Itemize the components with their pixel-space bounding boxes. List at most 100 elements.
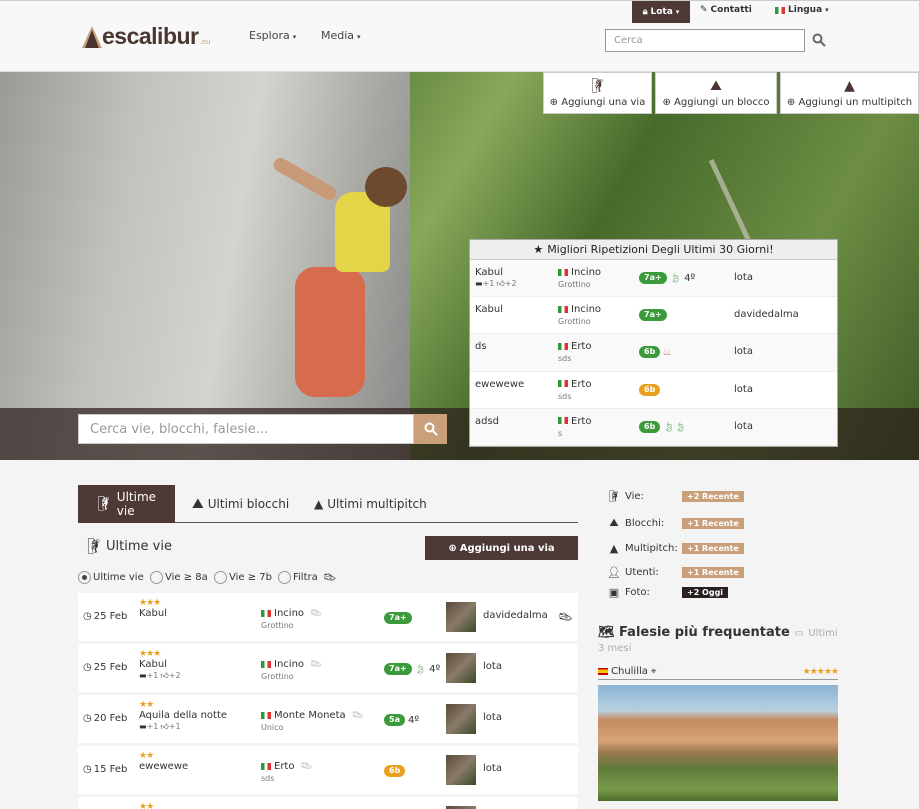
hero-search-input[interactable]: Cerca vie, blocchi, falesie...	[78, 414, 414, 444]
tab-latest-boulders-label: Ultimi blocchi	[207, 497, 290, 511]
best-ascent-row[interactable]: Kabul ▬+1 👍︎+2 Incino Grottino 7a+ 🍃︎ 4º lota	[470, 260, 837, 298]
nav-media[interactable]: Media ▾	[321, 29, 361, 42]
tab-latest-boulders[interactable]: ⛰︎ Ultimi blocchi	[192, 485, 302, 523]
route-name: ewewewe	[475, 378, 525, 390]
date-text: 25 Feb	[93, 662, 128, 673]
add-boulder-button[interactable]: ⛰︎ ⊕ Aggiungi un blocco	[655, 72, 777, 114]
logo[interactable]: escalibur .eu	[82, 22, 210, 48]
filter-latest-routes[interactable]: Ultime vie	[78, 571, 144, 584]
grade-badge: 7a+	[639, 272, 667, 284]
contacts-label: Contatti	[710, 5, 752, 15]
shoe-icon: 👟︎	[310, 659, 323, 670]
user-avatar[interactable]	[446, 653, 476, 683]
user-avatar[interactable]	[446, 602, 476, 632]
filter-custom[interactable]: Filtra 👟︎	[278, 571, 337, 584]
filter-7b[interactable]: Vie ≥ 7b	[214, 571, 272, 584]
grade-cell: 5a 4º	[384, 714, 419, 726]
add-multipitch-button[interactable]: ▲ ⊕ Aggiungi un multipitch	[780, 72, 919, 114]
hero-search-button[interactable]	[414, 414, 447, 444]
stat-row[interactable]: ▣ Foto: +2 Oggi	[604, 586, 844, 599]
sector-name: Grottino	[261, 621, 294, 630]
user-cell: davidedalma	[483, 610, 548, 621]
nav-explore[interactable]: Esplora ▾	[249, 29, 296, 42]
search-icon[interactable]	[812, 33, 826, 47]
user-cell: lota	[483, 661, 502, 672]
user-menu-button[interactable]: 🔒︎ Lota ▾	[632, 1, 690, 23]
best-ascent-row[interactable]: ewewewe Erto sds 6b lota	[470, 372, 837, 409]
logo-mountain-icon	[82, 26, 102, 48]
route-cell: ds	[475, 341, 487, 352]
crag-photo[interactable]	[598, 685, 838, 801]
recent-route-row[interactable]: ◷ 15 Feb ★★ ewewewe Erto 👟︎ sds 6b lota	[78, 746, 578, 794]
stat-row[interactable]: ▲ Multipitch: +1 Recente	[604, 542, 844, 555]
add-route-button[interactable]: 🧗︎ ⊕ Aggiungi una via	[543, 72, 652, 114]
route-meta: ▬+1 👍︎+2	[475, 279, 517, 289]
flag-it-icon	[558, 380, 568, 388]
radio-icon	[278, 571, 291, 584]
crag-name: Erto	[571, 415, 592, 427]
flag-it-icon	[558, 417, 568, 425]
crag-line: Incino 👟︎	[261, 659, 323, 670]
recent-route-row[interactable]: ◷ 25 Feb ★★★ Kabul Incino 👟︎ Grottino 7a+ davide…	[78, 593, 578, 641]
add-route-section-button[interactable]: ⊕ Aggiungi una via	[425, 536, 578, 560]
language-menu[interactable]: Lingua ▾	[775, 5, 829, 15]
stat-badge: +1 Recente	[682, 543, 744, 554]
language-label: Lingua	[788, 5, 823, 15]
recent-route-row[interactable]: ◷ 20 Feb ★★ Aquila della notte ▬+1 👍︎+1 Monte …	[78, 695, 578, 743]
tab-latest-routes[interactable]: 🧗︎ Ultime vie	[78, 485, 175, 523]
add-route-section-label: Aggiungi una via	[459, 542, 555, 554]
tab-latest-multipitch[interactable]: ▲ Ultimi multipitch	[314, 485, 434, 523]
route-cell: Kabul	[475, 304, 503, 315]
stat-row[interactable]: 🧗︎ Vie: +2 Recente	[604, 490, 844, 503]
caret-down-icon: ▾	[825, 6, 829, 14]
user-name: lota	[734, 420, 753, 432]
crag-line: Erto 👟︎	[261, 761, 313, 772]
radio-icon	[214, 571, 227, 584]
tab-latest-routes-label: Ultime vie	[116, 490, 157, 518]
grade-cell: 7a+	[639, 309, 667, 322]
stat-row[interactable]: 👤︎ Utenti: +1 Recente	[604, 566, 844, 579]
flag-it-icon	[558, 342, 568, 350]
filter-8a[interactable]: Vie ≥ 8a	[150, 571, 208, 584]
best-ascents-header: ★ Migliori Ripetizioni Degli Ultimi 30 Gi…	[470, 240, 837, 260]
crag-cell: Erto s	[558, 416, 591, 438]
route-name: Kabul	[475, 304, 503, 316]
section-title-text: Ultime vie	[106, 538, 172, 554]
shoe-icon[interactable]: 👟︎	[558, 610, 573, 624]
header-search-input[interactable]: Cerca	[605, 29, 805, 52]
plus-circle-icon: ⊕	[662, 96, 671, 108]
leaf-icon: 🍃︎	[669, 274, 682, 284]
climber-icon: 🧗︎	[95, 496, 113, 512]
climber-icon: 🧗︎	[607, 490, 621, 503]
nav-media-label: Media	[321, 29, 355, 42]
route-cell: ★★★ Kabul	[139, 598, 167, 619]
best-ascent-row[interactable]: ds Erto sds 6b 💧︎💧︎ lota	[470, 334, 837, 372]
grade-cell: 6b	[639, 383, 661, 396]
grade-badge: 6b	[639, 346, 661, 359]
crag-line: Incino	[558, 304, 601, 315]
user-name: lota	[734, 383, 753, 395]
add-route-label: ⊕ Aggiungi una via	[550, 97, 646, 108]
flag-it-icon	[261, 660, 271, 668]
grade-cell: 6b 💧︎💧︎	[639, 346, 671, 359]
crag-line: Monte Moneta 👟︎	[261, 710, 364, 721]
contacts-link[interactable]: ✎ Contatti	[700, 5, 752, 15]
user-avatar[interactable]	[446, 755, 476, 785]
flag-it-icon	[558, 305, 568, 313]
route-cell: ★★ Aquila della notte ▬+1 👍︎+1	[139, 700, 227, 732]
tab-latest-multipitch-label: Ultimi multipitch	[327, 497, 427, 511]
best-ascent-row[interactable]: adsd Erto s 6b 🍃︎🍃︎ lota	[470, 408, 837, 446]
recent-route-row[interactable]: ★★	[78, 797, 578, 809]
hero-search-placeholder: Cerca vie, blocchi, falesie...	[90, 421, 269, 437]
best-ascent-row[interactable]: Kabul Incino Grottino 7a+ davidedalma	[470, 297, 837, 335]
user-avatar[interactable]	[446, 704, 476, 734]
stat-row[interactable]: ⛰︎ Blocchi: +1 Recente	[604, 516, 844, 530]
frequent-crag-row[interactable]: Chulilla ⌖ ★★★★★	[598, 664, 839, 680]
grade-badge: 6b	[384, 765, 406, 777]
route-name: ds	[475, 341, 487, 353]
crag-name: Incino	[571, 267, 602, 278]
date-cell: ◷ 15 Feb	[83, 764, 127, 775]
recent-route-row[interactable]: ◷ 25 Feb ★★★ Kabul ▬+1 👍︎+2 Incino 👟︎ Grottino 7a…	[78, 644, 578, 692]
mountain-icon: ▲	[609, 542, 619, 555]
best-ascents-panel: ★ Migliori Ripetizioni Degli Ultimi 30 Gi…	[469, 239, 838, 447]
